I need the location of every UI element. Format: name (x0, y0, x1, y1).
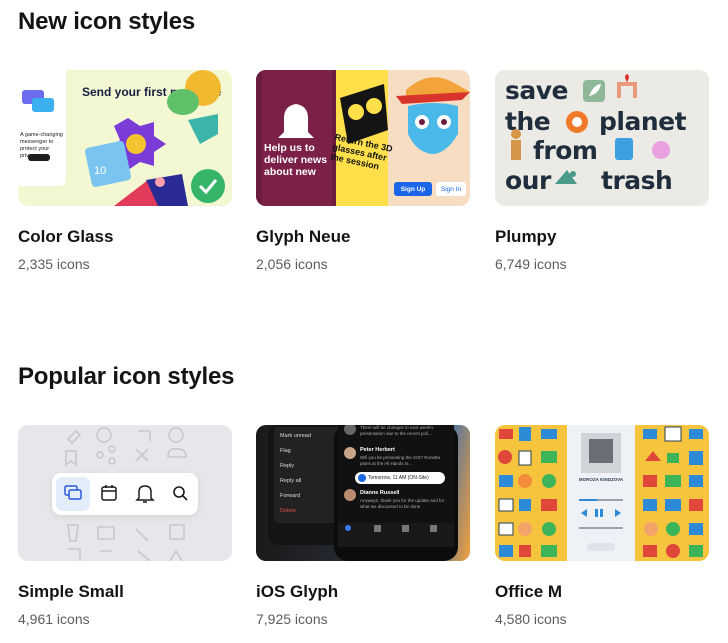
card-count: 6,749 icons (495, 256, 567, 272)
menu-item: Reply all (280, 478, 302, 484)
glyph-neue-thumbnail: Help us to deliver news about new Return… (256, 70, 470, 206)
mail-preview-1: There will be changes to next week's pre… (360, 425, 434, 436)
card-glyph-neue[interactable]: Help us to deliver news about new Return… (256, 70, 470, 272)
sign-up-button: Sign Up (394, 182, 432, 196)
mail-preview-2: Will you be presenting the iOS? Ronetta … (360, 455, 441, 466)
card-name: Color Glass (18, 227, 114, 246)
card-name: iOS Glyph (256, 582, 339, 601)
card-count: 2,056 icons (256, 256, 328, 272)
artist-label: MOROZA KINDZOVA (578, 477, 624, 482)
mail-sender: Peter Herbert (360, 447, 395, 453)
office-m-thumbnail: MOROZA KINDZOVA (495, 425, 709, 561)
menu-item: Mark unread (280, 433, 311, 439)
ios-glyph-thumbnail: Mark unread Flag Reply Reply all Forward… (256, 425, 470, 561)
badge-number: 10 (94, 165, 106, 177)
card-count: 2,335 icons (18, 256, 90, 272)
card-name: Office M (495, 582, 563, 601)
new-icon-styles-title: New icon styles (18, 8, 196, 35)
card-color-glass[interactable]: A game-changing messenger to protect you… (18, 70, 232, 272)
popular-icon-styles-title: Popular icon styles (18, 363, 235, 390)
card-ios-glyph[interactable]: Mark unread Flag Reply Reply all Forward… (256, 425, 470, 627)
color-glass-thumbnail: A game-changing messenger to protect you… (18, 70, 232, 206)
plumpy-thumbnail: save the planet from our trash (495, 70, 709, 206)
reminder-chip: Tomorrow, 11 AM (ON-Site) (368, 475, 429, 481)
bell-icon (135, 485, 155, 503)
menu-item: Forward (280, 493, 301, 499)
card-name: Plumpy (495, 227, 557, 246)
mail-sender: Dianne Russell (360, 490, 400, 496)
card-name: Simple Small (18, 582, 124, 601)
card-count: 4,580 icons (495, 611, 567, 627)
card-name: Glyph Neue (256, 227, 351, 246)
calendar-icon (101, 485, 117, 501)
chat-icon (64, 485, 82, 500)
card-office-m[interactable]: MOROZA KINDZOVA Office M 4,580 icons (495, 425, 709, 627)
simple-small-thumbnail (18, 425, 232, 561)
mail-preview-3: Anyways, thank you for the update and fo… (360, 498, 445, 509)
card-simple-small[interactable]: Simple Small 4,961 icons (18, 425, 232, 627)
card-count: 7,925 icons (256, 611, 328, 627)
sign-in-button: Sign In (436, 182, 466, 196)
card-plumpy[interactable]: save the planet from our trash Plumpy 6,… (495, 70, 709, 272)
plumpy-icons (511, 74, 670, 184)
office-m-art (498, 426, 703, 558)
toolbar-card (52, 473, 198, 515)
color-glass-art: 10 (85, 70, 225, 206)
help-text: Help us to deliver news about new (264, 142, 328, 178)
menu-item: Flag (280, 448, 291, 454)
context-menu: Mark unread Flag Reply Reply all Forward… (280, 433, 340, 523)
menu-item: Reply (280, 463, 295, 469)
card-count: 4,961 icons (18, 611, 90, 627)
menu-item-delete: Delete (280, 508, 296, 514)
search-icon (173, 486, 188, 501)
